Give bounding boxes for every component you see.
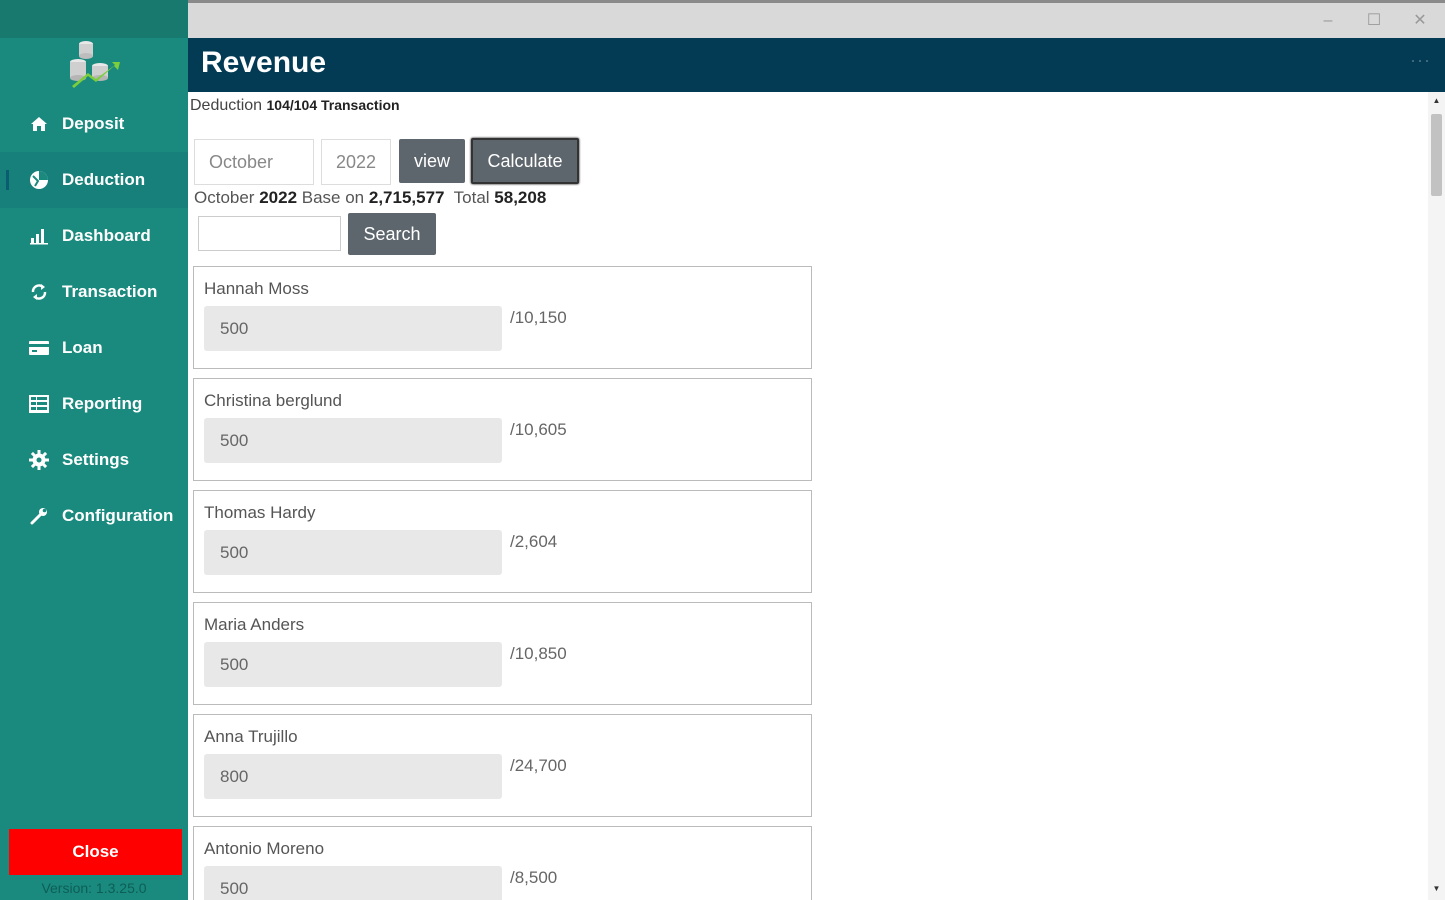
member-name: Antonio Moreno (204, 839, 325, 858)
list-item: Thomas Hardy 500 /2,604 (193, 490, 812, 593)
sidebar-top-bar (0, 0, 188, 38)
deduction-amount-field[interactable]: 500 (204, 866, 502, 900)
member-total: /8,500 (510, 868, 558, 887)
sidebar-item-label: Loan (62, 338, 103, 357)
calculate-button[interactable]: Calculate (471, 138, 579, 184)
page-header: Revenue ··· (188, 38, 1445, 92)
member-total: /10,850 (510, 644, 567, 663)
sidebar-item-label: Settings (62, 450, 130, 469)
summary-total-label: Total (444, 188, 495, 207)
sidebar-item-dashboard[interactable]: Dashboard (0, 208, 188, 264)
list-item: Anna Trujillo 800 /24,700 (193, 714, 812, 817)
sidebar-item-loan[interactable]: Loan (0, 320, 188, 376)
member-total: /24,700 (510, 756, 567, 775)
window-titlebar: – ☐ ✕ (188, 0, 1445, 38)
deduction-amount-field[interactable]: 500 (204, 306, 502, 351)
scroll-thumb[interactable] (1431, 114, 1442, 196)
list-item: Maria Anders 500 /10,850 (193, 602, 812, 705)
list-item: Antonio Moreno 500 /8,500 (193, 826, 812, 900)
summary-total-value: 58,208 (494, 188, 547, 207)
sidebar-item-configuration[interactable]: Configuration (0, 488, 188, 544)
sidebar-item-transaction[interactable]: Transaction (0, 264, 188, 320)
close-button[interactable]: Close (9, 829, 182, 875)
minimize-button[interactable]: – (1316, 9, 1340, 33)
deduction-amount-field[interactable]: 500 (204, 642, 502, 687)
deduction-amount-field[interactable]: 800 (204, 754, 502, 799)
scroll-down-icon[interactable]: ▼ (1428, 882, 1445, 896)
summary-base-label: Base on (297, 188, 369, 207)
page-subtitle: Deduction 104/104 Transaction (190, 97, 400, 115)
version-label: Version: 1.3.25.0 (41, 880, 147, 896)
sidebar-item-label: Dashboard (62, 226, 151, 245)
member-name: Maria Anders (204, 615, 305, 634)
year-input[interactable]: 2022 (321, 139, 391, 185)
search-input[interactable] (198, 216, 341, 251)
member-name: Hannah Moss (204, 279, 309, 298)
search-button[interactable]: Search (348, 213, 436, 255)
gear-icon (28, 449, 50, 471)
table-icon (28, 393, 50, 415)
deduction-list: Hannah Moss 500 /10,150 Christina berglu… (193, 266, 813, 900)
member-name: Christina berglund (204, 391, 342, 410)
member-total: /10,150 (510, 308, 567, 327)
sidebar-nav: Deposit Deduction Dashboard Transaction … (0, 96, 188, 544)
sidebar-item-reporting[interactable]: Reporting (0, 376, 188, 432)
month-input[interactable]: October (194, 139, 314, 185)
summary-line: October 2022 Base on 2,715,577 Total 58,… (194, 188, 546, 208)
sidebar-item-deposit[interactable]: Deposit (0, 96, 188, 152)
deduction-icon (28, 169, 50, 191)
sync-icon (28, 281, 50, 303)
window-close-button[interactable]: ✕ (1408, 9, 1432, 33)
deduction-amount-field[interactable]: 500 (204, 418, 502, 463)
member-name: Thomas Hardy (204, 503, 316, 522)
transaction-count: 104/104 Transaction (266, 97, 400, 113)
list-item: Hannah Moss 500 /10,150 (193, 266, 812, 369)
bar-chart-icon (28, 225, 50, 247)
subtitle-prefix: Deduction (190, 97, 267, 114)
member-total: /10,605 (510, 420, 567, 439)
main-content: Deduction 104/104 Transaction October 20… (188, 92, 1428, 900)
app-logo-icon (70, 41, 120, 88)
wrench-icon (28, 505, 50, 527)
sidebar-item-label: Configuration (62, 506, 174, 525)
sidebar-item-label: Deposit (62, 114, 125, 133)
summary-year: 2022 (259, 188, 298, 207)
sidebar-item-settings[interactable]: Settings (0, 432, 188, 488)
page-title: Revenue (201, 46, 327, 79)
view-button[interactable]: view (399, 139, 465, 183)
sidebar-item-label: Reporting (62, 394, 143, 413)
more-options-icon[interactable]: ··· (1410, 50, 1431, 71)
sidebar-item-label: Transaction (62, 282, 158, 301)
card-icon (28, 337, 50, 359)
scroll-up-icon[interactable]: ▲ (1428, 94, 1445, 108)
sidebar-item-label: Deduction (62, 170, 146, 189)
member-name: Anna Trujillo (204, 727, 298, 746)
summary-base-value: 2,715,577 (368, 188, 445, 207)
member-total: /2,604 (510, 532, 558, 551)
maximize-button[interactable]: ☐ (1362, 9, 1386, 33)
sidebar-item-deduction[interactable]: Deduction (0, 152, 188, 208)
summary-month: October (194, 188, 260, 207)
deduction-amount-field[interactable]: 500 (204, 530, 502, 575)
sidebar: Deposit Deduction Dashboard Transaction … (0, 0, 188, 900)
vertical-scrollbar[interactable]: ▲ ▼ (1428, 92, 1445, 900)
home-icon (28, 113, 50, 135)
list-item: Christina berglund 500 /10,605 (193, 378, 812, 481)
